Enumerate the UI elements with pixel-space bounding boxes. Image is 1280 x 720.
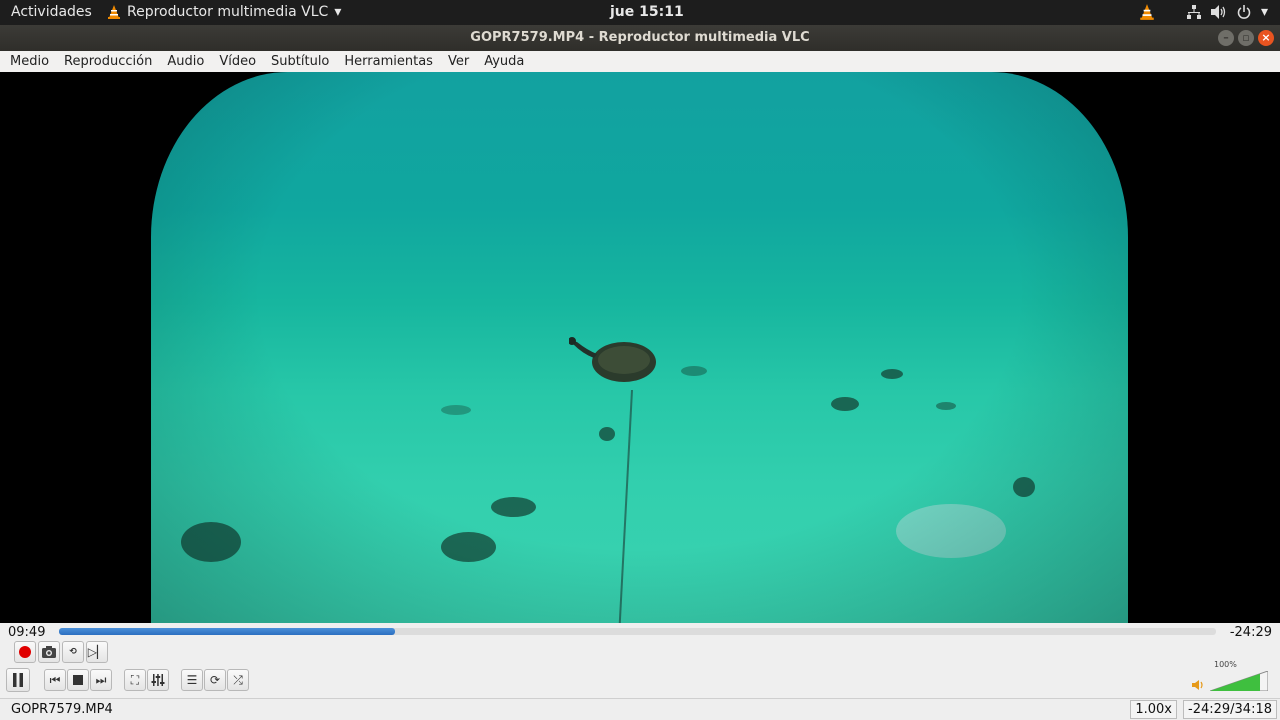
menu-herramientas[interactable]: Herramientas <box>336 51 440 72</box>
shuffle-button[interactable]: ⤮ <box>227 669 249 691</box>
chevron-down-icon[interactable]: ▾ <box>1261 4 1268 20</box>
record-icon <box>19 646 31 658</box>
volume-slider[interactable]: 100% <box>1210 660 1268 691</box>
frame-step-button[interactable]: ▷▏ <box>86 641 108 663</box>
controls-panel: 09:49 -24:29 ⟲ ▷▏ ⏮ ⏭ ⛶ ☰ ⟳ ⤮ 100% GOPR7… <box>0 623 1280 720</box>
shuffle-icon: ⤮ <box>233 672 243 687</box>
app-menu[interactable]: Reproductor multimedia VLC ▾ <box>107 4 341 20</box>
stop-button[interactable] <box>67 669 89 691</box>
menu-ver[interactable]: Ver <box>440 51 476 72</box>
maximize-button[interactable]: ▫ <box>1238 30 1254 46</box>
fullscreen-icon: ⛶ <box>130 672 140 687</box>
activities-button[interactable]: Actividades <box>11 4 92 20</box>
main-controls: ⏮ ⏭ ⛶ ☰ ⟳ ⤮ <box>6 668 261 692</box>
menu-video[interactable]: Vídeo <box>211 51 263 72</box>
window-controls: – ▫ × <box>1218 30 1274 46</box>
time-total[interactable]: -24:29/34:18 <box>1183 700 1277 719</box>
volume-percent: 100% <box>1214 660 1237 669</box>
playlist-button[interactable]: ☰ <box>181 669 203 691</box>
camera-icon <box>42 646 56 658</box>
playlist-group: ☰ ⟳ ⤮ <box>181 669 249 691</box>
seaweed-patch <box>441 405 471 415</box>
pause-button[interactable] <box>6 668 30 692</box>
network-icon[interactable] <box>1186 5 1201 19</box>
volume-icon[interactable] <box>1210 5 1227 19</box>
transport-group: ⏮ ⏭ <box>44 669 112 691</box>
menu-medio[interactable]: Medio <box>0 51 56 72</box>
record-button[interactable] <box>14 641 36 663</box>
volume-triangle <box>1210 671 1268 691</box>
menu-subtitulo[interactable]: Subtítulo <box>263 51 336 72</box>
fullscreen-button[interactable]: ⛶ <box>124 669 146 691</box>
extended-settings-button[interactable] <box>147 669 169 691</box>
close-button[interactable]: × <box>1258 30 1274 46</box>
skip-back-icon: ⏮ <box>49 672 61 687</box>
video-frame <box>151 72 1128 623</box>
volume-control[interactable]: 100% <box>1192 660 1268 691</box>
menu-bar: Medio Reproducción Audio Vídeo Subtítulo… <box>0 51 1280 72</box>
seaweed-patch <box>1013 477 1035 497</box>
seaweed-patch <box>831 397 859 411</box>
power-icon[interactable] <box>1237 5 1251 19</box>
system-tray[interactable]: ▾ <box>1139 3 1268 21</box>
equalizer-icon <box>151 674 165 686</box>
repeat-icon: ⟳ <box>209 673 221 687</box>
status-file-name: GOPR7579.MP4 <box>11 702 113 717</box>
snapshot-button[interactable] <box>38 641 60 663</box>
next-button[interactable]: ⏭ <box>90 669 112 691</box>
menu-ayuda[interactable]: Ayuda <box>476 51 531 72</box>
seaweed-patch <box>441 532 496 562</box>
elapsed-time[interactable]: 09:49 <box>8 625 45 640</box>
loop-button[interactable]: ⟳ <box>204 669 226 691</box>
playback-speed[interactable]: 1.00x <box>1130 700 1177 719</box>
vlc-tray-icon[interactable] <box>1139 3 1155 21</box>
window-title: GOPR7579.MP4 - Reproductor multimedia VL… <box>470 30 810 45</box>
seek-bar-fill <box>59 628 395 635</box>
seaweed-patch <box>181 522 241 562</box>
view-group: ⛶ <box>124 669 169 691</box>
advanced-controls: ⟲ ▷▏ <box>14 641 108 663</box>
frame-step-icon: ▷▏ <box>87 645 107 659</box>
pause-icon <box>13 673 23 687</box>
playlist-icon: ☰ <box>186 673 198 687</box>
rope-line <box>618 389 633 623</box>
menu-reproduccion[interactable]: Reproducción <box>56 51 159 72</box>
skip-forward-icon: ⏭ <box>95 672 107 687</box>
stop-icon <box>73 675 83 685</box>
seaweed-patch <box>681 366 707 376</box>
seek-bar[interactable] <box>59 628 1216 635</box>
app-menu-label: Reproductor multimedia VLC <box>127 4 329 20</box>
fish <box>896 504 1006 558</box>
seaweed-patch <box>599 427 615 441</box>
seaweed-patch <box>491 497 536 517</box>
seaweed-patch <box>881 369 903 379</box>
loop-ab-icon: ⟲ <box>69 647 77 657</box>
minimize-button[interactable]: – <box>1218 30 1234 46</box>
speaker-icon[interactable] <box>1192 679 1206 691</box>
menu-audio[interactable]: Audio <box>159 51 211 72</box>
vlc-cone-icon <box>108 5 120 19</box>
chevron-down-icon: ▾ <box>334 4 342 20</box>
remaining-time[interactable]: -24:29 <box>1230 625 1272 640</box>
status-bar: GOPR7579.MP4 1.00x -24:29/34:18 <box>0 698 1280 720</box>
seaweed-patch <box>936 402 956 410</box>
bird-creature <box>569 337 656 382</box>
video-display[interactable] <box>0 72 1280 623</box>
system-top-bar: Actividades Reproductor multimedia VLC ▾… <box>0 0 1280 25</box>
previous-button[interactable]: ⏮ <box>44 669 66 691</box>
loop-ab-button[interactable]: ⟲ <box>62 641 84 663</box>
window-title-bar[interactable]: GOPR7579.MP4 - Reproductor multimedia VL… <box>0 25 1280 51</box>
clock[interactable]: jue 15:11 <box>610 4 684 20</box>
